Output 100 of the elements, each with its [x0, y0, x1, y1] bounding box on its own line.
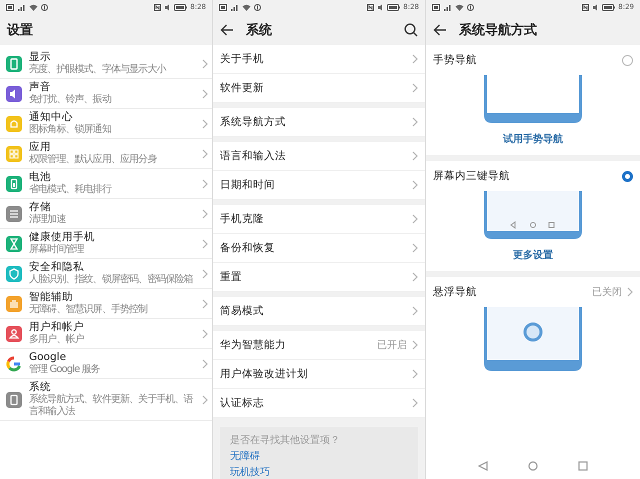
settings-item[interactable]: 认证标志: [213, 389, 425, 418]
item-title: 手机克隆: [220, 212, 265, 226]
back-icon[interactable]: [220, 24, 234, 36]
settings-item[interactable]: 通知中心 图标角标、锁屏通知: [0, 109, 212, 139]
suggestion-prompt: 是否在寻找其他设置项？: [230, 434, 340, 448]
chevron-icon: [412, 83, 418, 93]
settings-item[interactable]: 显示 亮度、护眼模式、字体与显示大小: [0, 49, 212, 79]
chevron-icon: [412, 369, 418, 379]
data-saver-icon: [467, 4, 474, 10]
wifi-icon: [29, 4, 38, 10]
chevron-icon: [202, 208, 208, 218]
settings-item[interactable]: 存储 清理加速: [0, 199, 212, 229]
settings-item[interactable]: 声音 免打扰、铃声、振动: [0, 79, 212, 109]
radio-button[interactable]: [622, 54, 633, 66]
recents-icon[interactable]: [578, 461, 588, 471]
settings-item[interactable]: 应用 权限管理、默认应用、应用分身: [0, 139, 212, 169]
settings-item[interactable]: 语言和输入法: [213, 142, 425, 171]
item-title: 系统: [29, 381, 52, 394]
signal-icon: [443, 4, 452, 10]
item-description: 多用户、帐户: [29, 334, 85, 346]
chevron-icon: [202, 118, 208, 128]
item-description: 权限管理、默认应用、应用分身: [29, 154, 158, 166]
settings-item[interactable]: 手机克隆: [213, 205, 425, 234]
settings-item[interactable]: 悬浮导航 已关闭: [426, 277, 640, 307]
settings-item[interactable]: 简易模式: [213, 297, 425, 326]
nfc-icon: [367, 4, 374, 10]
chevron-icon: [202, 268, 208, 278]
settings-item[interactable]: 关于手机: [213, 45, 425, 74]
chevron-icon: [202, 88, 208, 98]
chevron-icon: [202, 148, 208, 158]
battery-icon: [387, 4, 400, 10]
settings-item[interactable]: 健康使用手机 屏幕时间管理: [0, 229, 212, 259]
item-title: 日期和时间: [220, 178, 276, 192]
chevron-icon: [412, 54, 418, 64]
item-title: 显示: [29, 51, 52, 64]
settings-item[interactable]: 用户体验改进计划: [213, 360, 425, 389]
chevron-icon: [412, 214, 418, 224]
action-link[interactable]: 试用手势导航: [503, 123, 563, 155]
item-title: Google: [29, 351, 68, 364]
settings-item[interactable]: 用户和帐户 多用户、帐户: [0, 319, 212, 349]
settings-item[interactable]: 安全和隐私 人脸识别、指纹、锁屏密码、密码保险箱: [0, 259, 212, 289]
item-title: 关于手机: [220, 52, 265, 66]
navigation-option[interactable]: 屏幕内三键导航: [426, 161, 640, 191]
item-title: 健康使用手机: [29, 231, 96, 244]
radio-button[interactable]: [622, 170, 633, 182]
option-label: 屏幕内三键导航: [433, 169, 511, 183]
item-title: 简易模式: [220, 304, 265, 318]
item-title: 用户体验改进计划: [220, 367, 309, 381]
data-saver-icon: [254, 4, 261, 10]
chevron-icon: [412, 243, 418, 253]
item-title: 智能辅助: [29, 291, 74, 304]
settings-item[interactable]: 华为智慧能力 已开启: [213, 331, 425, 360]
action-link[interactable]: 更多设置: [513, 239, 553, 271]
mute-icon: [164, 4, 172, 10]
item-title: 认证标志: [220, 396, 265, 410]
chevron-icon: [412, 117, 418, 127]
home-icon[interactable]: [528, 461, 538, 471]
settings-item[interactable]: 重置: [213, 263, 425, 292]
item-title: 悬浮导航: [433, 285, 478, 299]
chevron-icon: [202, 238, 208, 248]
settings-item[interactable]: Google 管理 Google 服务: [0, 349, 212, 379]
item-title: 声音: [29, 81, 52, 94]
item-title: 系统导航方式: [220, 115, 287, 129]
chevron-icon: [202, 58, 208, 68]
nfc-icon: [582, 4, 590, 10]
signal-icon: [230, 4, 239, 10]
data-saver-icon: [41, 4, 48, 10]
chevron-icon: [202, 358, 208, 368]
back-icon[interactable]: [433, 24, 447, 36]
navigation-option[interactable]: 手势导航: [426, 45, 640, 75]
item-description: 系统导航方式、软件更新、关于手机、语言和输入法: [29, 394, 194, 418]
notification-icon: [6, 4, 14, 10]
settings-item[interactable]: 电池 省电模式、耗电排行: [0, 169, 212, 199]
settings-item[interactable]: 系统导航方式: [213, 108, 425, 137]
suggestion-link[interactable]: 无障碍: [230, 449, 260, 465]
item-description: 亮度、护眼模式、字体与显示大小: [29, 64, 168, 76]
item-title: 存储: [29, 201, 52, 214]
chevron-icon: [412, 340, 418, 350]
item-title: 语言和输入法: [220, 149, 287, 163]
item-description: 省电模式、耗电排行: [29, 184, 112, 196]
item-title: 电池: [29, 171, 52, 184]
mute-icon: [592, 4, 600, 10]
item-title: 软件更新: [220, 81, 265, 95]
notification-icon: [432, 4, 440, 10]
settings-item[interactable]: 系统 系统导航方式、软件更新、关于手机、语言和输入法: [0, 379, 212, 421]
settings-item[interactable]: 日期和时间: [213, 171, 425, 200]
chevron-icon: [412, 398, 418, 408]
suggestion-link[interactable]: 玩机技巧: [230, 465, 270, 479]
screen-title: 系统导航方式: [459, 22, 538, 38]
chevron-icon: [412, 272, 418, 282]
wifi-icon: [242, 4, 251, 10]
wifi-icon: [455, 4, 464, 10]
settings-item[interactable]: 软件更新: [213, 74, 425, 103]
item-description: 图标角标、锁屏通知: [29, 124, 112, 136]
notification-icon: [219, 4, 227, 10]
settings-item[interactable]: 智能辅助 无障碍、智慧识屏、手势控制: [0, 289, 212, 319]
signal-icon: [17, 4, 26, 10]
search-icon[interactable]: [404, 22, 418, 36]
item-title: 通知中心: [29, 111, 74, 124]
settings-item[interactable]: 备份和恢复: [213, 234, 425, 263]
